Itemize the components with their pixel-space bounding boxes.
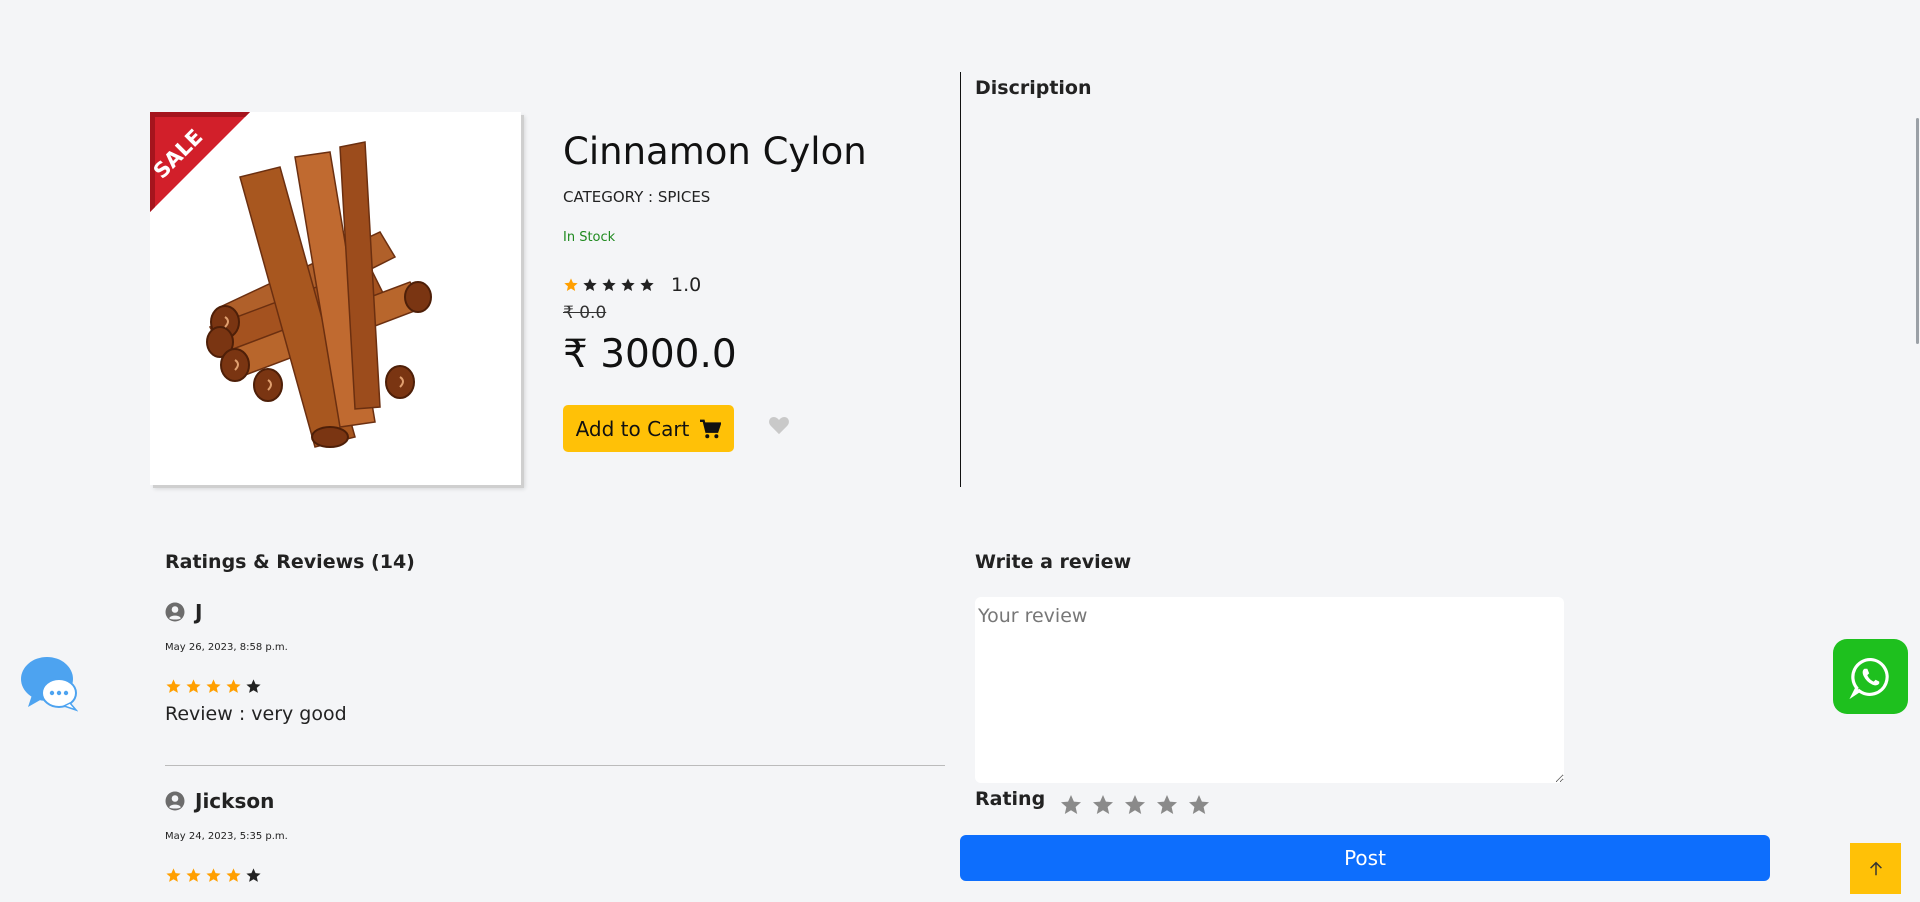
star-filled-icon — [166, 679, 181, 693]
review-textarea[interactable] — [975, 597, 1564, 783]
rating-star-icon[interactable] — [1187, 793, 1211, 817]
shopping-cart-icon — [700, 419, 722, 438]
rating-star-icon[interactable] — [1091, 793, 1115, 817]
stock-status: In Stock — [563, 230, 616, 245]
rating-star-icon[interactable] — [1123, 793, 1147, 817]
review-divider — [165, 765, 945, 766]
rating-star-icon[interactable] — [1059, 793, 1083, 817]
star-filled-icon — [226, 868, 241, 882]
description-title: Discription — [975, 77, 1092, 99]
rating-value: 1.0 — [671, 274, 702, 296]
arrow-up-icon — [1869, 861, 1882, 875]
add-to-cart-label: Add to Cart — [575, 416, 690, 441]
star-empty-icon — [583, 278, 597, 291]
review-date: May 26, 2023, 8:58 p.m. — [165, 642, 288, 653]
review-stars — [165, 867, 945, 884]
star-filled-icon — [206, 679, 221, 693]
product-image: SALE — [150, 112, 521, 485]
write-review-title: Write a review — [975, 551, 1132, 573]
chat-bubble-icon[interactable] — [20, 655, 78, 713]
star-filled-icon — [226, 679, 241, 693]
star-empty-icon — [621, 278, 635, 291]
star-filled-icon — [186, 679, 201, 693]
product-title: Cinnamon Cylon — [563, 130, 867, 173]
reviews-title: Ratings & Reviews (14) — [165, 551, 415, 573]
rating-label: Rating — [975, 788, 1046, 810]
star-filled-icon — [564, 278, 578, 291]
review-username: Jickson — [195, 789, 275, 813]
star-filled-icon — [186, 868, 201, 882]
star-filled-icon — [166, 868, 181, 882]
review-item: Jickson May 24, 2023, 5:35 p.m. — [165, 789, 945, 884]
rating-input-stars[interactable] — [1059, 793, 1211, 817]
product-category: CATEGORY : SPICES — [563, 188, 711, 206]
review-user: J — [165, 600, 945, 624]
product-rating-stars — [563, 277, 655, 293]
review-item: J May 26, 2023, 8:58 p.m. Review : very … — [165, 600, 945, 725]
whatsapp-icon — [1848, 657, 1889, 699]
vertical-divider — [960, 72, 961, 487]
review-date: May 24, 2023, 5:35 p.m. — [165, 831, 288, 842]
star-empty-icon — [246, 679, 261, 693]
rating-star-icon[interactable] — [1155, 793, 1179, 817]
old-price: ₹ 0.0 — [563, 303, 607, 323]
star-empty-icon — [246, 868, 261, 882]
scrollbar-thumb[interactable] — [1916, 118, 1919, 344]
star-empty-icon — [602, 278, 616, 291]
star-filled-icon — [206, 868, 221, 882]
star-empty-icon — [640, 278, 654, 291]
post-button[interactable]: Post — [960, 835, 1770, 881]
back-to-top-button[interactable] — [1850, 843, 1901, 894]
heart-icon[interactable] — [768, 415, 790, 435]
user-circle-icon — [165, 791, 185, 811]
whatsapp-button[interactable] — [1833, 639, 1908, 714]
review-text: Review : very good — [165, 703, 347, 725]
product-rating: 1.0 — [563, 274, 701, 296]
review-stars — [165, 678, 945, 695]
review-user: Jickson — [165, 789, 945, 813]
price: ₹ 3000.0 — [563, 332, 737, 377]
add-to-cart-button[interactable]: Add to Cart — [563, 405, 734, 452]
review-username: J — [195, 600, 203, 624]
user-circle-icon — [165, 602, 185, 622]
sale-badge: SALE — [150, 112, 250, 212]
